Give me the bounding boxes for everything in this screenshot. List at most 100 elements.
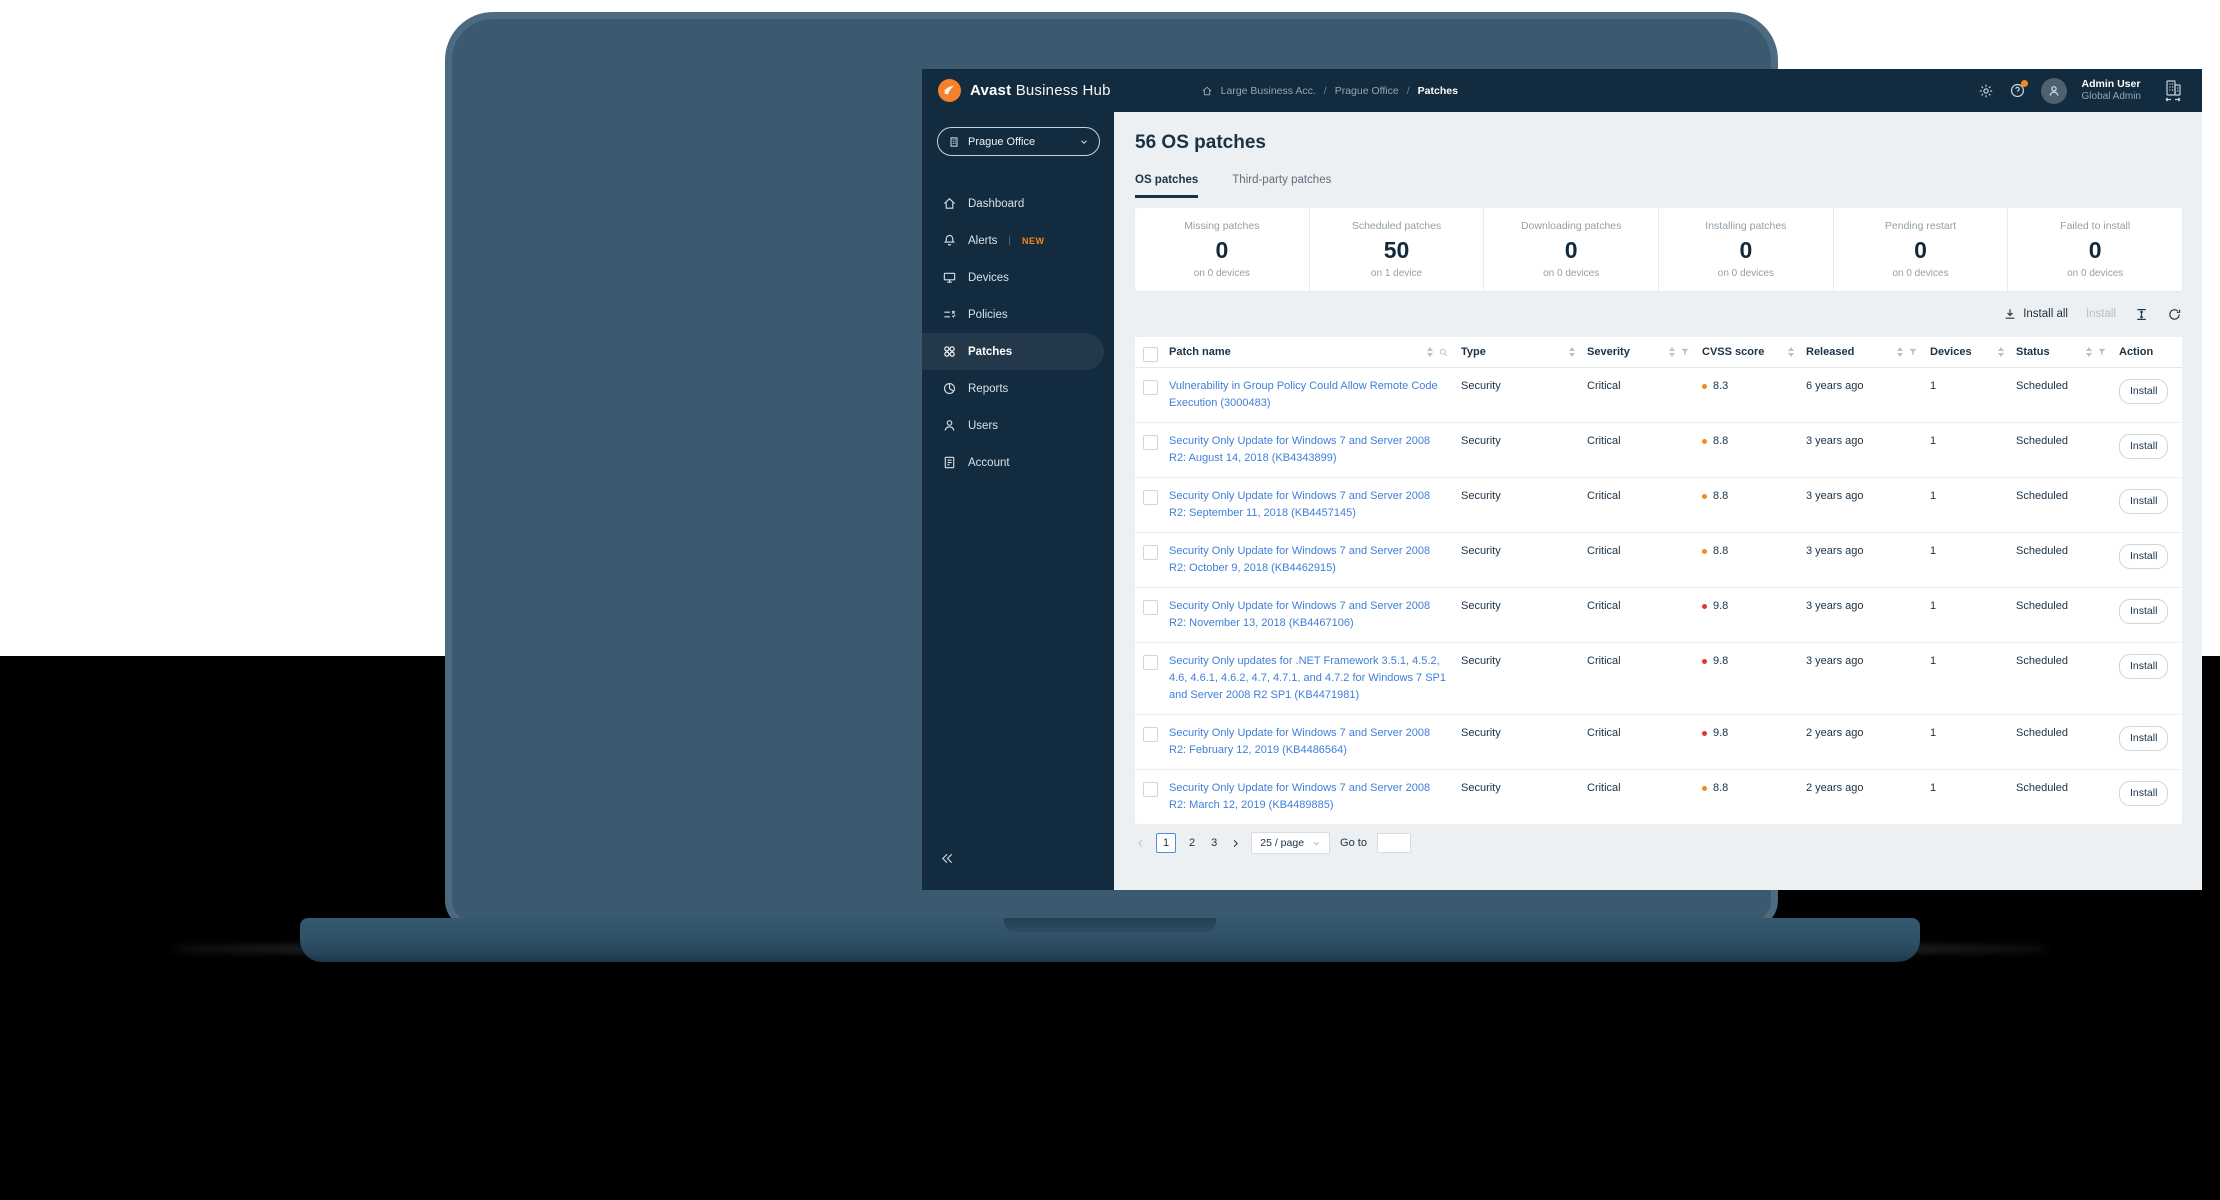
avatar[interactable] bbox=[2040, 77, 2067, 104]
help-icon[interactable] bbox=[2009, 80, 2028, 99]
install-row-button[interactable]: Install bbox=[2119, 781, 2169, 806]
sidebar-item-alerts[interactable]: Alerts | NEW bbox=[922, 222, 1114, 259]
sort-icon[interactable] bbox=[1788, 347, 1794, 357]
sidebar-item-users[interactable]: Users bbox=[922, 407, 1114, 444]
row-checkbox[interactable] bbox=[1143, 655, 1158, 670]
install-row-button[interactable]: Install bbox=[2119, 489, 2169, 514]
install-row-button[interactable]: Install bbox=[2119, 379, 2169, 404]
building-icon bbox=[950, 136, 958, 147]
patch-name-link[interactable]: Security Only Update for Windows 7 and S… bbox=[1169, 435, 1430, 464]
sidebar-item-label: Alerts bbox=[968, 234, 998, 247]
stat-value: 0 bbox=[2088, 237, 2102, 263]
row-checkbox[interactable] bbox=[1143, 490, 1158, 505]
org-selector[interactable]: Prague Office bbox=[937, 127, 1100, 156]
sidebar-item-dashboard[interactable]: Dashboard bbox=[922, 185, 1114, 222]
stat-value: 0 bbox=[1914, 237, 1927, 263]
breadcrumb-item[interactable]: Prague Office bbox=[1335, 85, 1399, 97]
sort-icon[interactable] bbox=[1427, 347, 1433, 357]
cell-devices: 1 bbox=[1930, 782, 1937, 794]
install-all-button[interactable]: Install all bbox=[2003, 307, 2068, 321]
cell-type: Security bbox=[1461, 600, 1501, 612]
document-icon bbox=[944, 456, 955, 469]
breadcrumb-item[interactable]: Large Business Acc. bbox=[1221, 85, 1316, 97]
goto-page-input[interactable] bbox=[1376, 833, 1411, 853]
column-header-type[interactable]: Type bbox=[1461, 346, 1486, 358]
column-header-devices[interactable]: Devices bbox=[1930, 346, 1972, 358]
refresh-icon[interactable] bbox=[2167, 307, 2182, 322]
tab-os-patches[interactable]: OS patches bbox=[1135, 174, 1199, 198]
prev-page-icon[interactable] bbox=[1135, 838, 1146, 849]
stat-pending-restart: Pending restart 0 on 0 devices bbox=[1832, 208, 2008, 291]
search-icon[interactable] bbox=[1438, 347, 1449, 358]
install-row-button[interactable]: Install bbox=[2119, 544, 2169, 569]
sidebar-item-account[interactable]: Account bbox=[922, 444, 1114, 481]
sort-icon[interactable] bbox=[2086, 347, 2092, 357]
page-button-2[interactable]: 2 bbox=[1186, 837, 1198, 849]
install-button[interactable]: Install bbox=[2086, 308, 2116, 320]
row-checkbox[interactable] bbox=[1143, 380, 1158, 395]
install-row-button[interactable]: Install bbox=[2119, 599, 2169, 624]
user-block[interactable]: Admin User Global Admin bbox=[2082, 78, 2141, 104]
stat-sub: on 0 devices bbox=[1892, 268, 1949, 279]
row-checkbox[interactable] bbox=[1143, 727, 1158, 742]
filter-icon[interactable] bbox=[2097, 347, 2107, 357]
app-window: Avast Business Hub Large Business Acc. /… bbox=[922, 69, 2202, 890]
next-page-icon[interactable] bbox=[1230, 838, 1241, 849]
sidebar-item-devices[interactable]: Devices bbox=[922, 259, 1114, 296]
patch-name-link[interactable]: Security Only Update for Windows 7 and S… bbox=[1169, 727, 1430, 756]
sidebar-item-patches[interactable]: Patches bbox=[922, 333, 1104, 370]
stat-sub: on 0 devices bbox=[1717, 268, 1774, 279]
install-row-button[interactable]: Install bbox=[2119, 434, 2169, 459]
collapse-sidebar-icon[interactable] bbox=[940, 851, 955, 866]
sidebar-item-reports[interactable]: Reports bbox=[922, 370, 1114, 407]
sort-icon[interactable] bbox=[1669, 347, 1675, 357]
row-checkbox[interactable] bbox=[1143, 545, 1158, 560]
cell-type: Security bbox=[1461, 727, 1501, 739]
column-header-patch-name[interactable]: Patch name bbox=[1169, 346, 1231, 358]
cvss-dot bbox=[1702, 659, 1707, 664]
cvss-value: 8.8 bbox=[1713, 490, 1729, 502]
install-row-button[interactable]: Install bbox=[2119, 654, 2169, 679]
cell-type: Security bbox=[1461, 545, 1501, 557]
cell-devices: 1 bbox=[1930, 600, 1937, 612]
tab-third-party-patches[interactable]: Third-party patches bbox=[1232, 174, 1331, 198]
sort-icon[interactable] bbox=[1998, 347, 2004, 357]
pagination: 1 2 3 25 / page Go to bbox=[1135, 832, 2182, 864]
page-button-1[interactable]: 1 bbox=[1156, 833, 1176, 853]
column-height-icon[interactable] bbox=[2134, 307, 2149, 322]
cell-severity: Critical bbox=[1587, 727, 1621, 739]
column-header-severity[interactable]: Severity bbox=[1587, 346, 1630, 358]
row-checkbox[interactable] bbox=[1143, 435, 1158, 450]
table-body: Vulnerability in Group Policy Could Allo… bbox=[1135, 368, 2182, 824]
cvss-value: 8.8 bbox=[1713, 782, 1729, 794]
select-all-checkbox[interactable] bbox=[1143, 347, 1158, 362]
filter-icon[interactable] bbox=[1680, 347, 1690, 357]
cvss-dot bbox=[1702, 384, 1707, 389]
sort-icon[interactable] bbox=[1569, 347, 1575, 357]
column-header-cvss[interactable]: CVSS score bbox=[1702, 346, 1764, 358]
install-row-button[interactable]: Install bbox=[2119, 726, 2169, 751]
home-icon[interactable] bbox=[1201, 85, 1213, 97]
sidebar-item-policies[interactable]: Policies bbox=[922, 296, 1114, 333]
cell-type: Security bbox=[1461, 782, 1501, 794]
row-checkbox[interactable] bbox=[1143, 600, 1158, 615]
sidebar-item-label: Users bbox=[968, 419, 999, 432]
gear-icon[interactable] bbox=[1978, 83, 1994, 99]
bell-icon bbox=[943, 234, 956, 246]
cvss-dot bbox=[1702, 494, 1707, 499]
patch-name-link[interactable]: Security Only Update for Windows 7 and S… bbox=[1169, 782, 1430, 811]
page-button-3[interactable]: 3 bbox=[1208, 837, 1220, 849]
filter-icon[interactable] bbox=[1908, 347, 1918, 357]
row-checkbox[interactable] bbox=[1143, 782, 1158, 797]
patch-name-link[interactable]: Security Only Update for Windows 7 and S… bbox=[1169, 490, 1430, 519]
sidebar-item-label: Dashboard bbox=[968, 197, 1025, 210]
patch-name-link[interactable]: Security Only Update for Windows 7 and S… bbox=[1169, 600, 1430, 629]
patch-name-link[interactable]: Security Only updates for .NET Framework… bbox=[1169, 655, 1446, 701]
page-size-select[interactable]: 25 / page bbox=[1251, 832, 1331, 854]
column-header-released[interactable]: Released bbox=[1806, 346, 1854, 358]
column-header-status[interactable]: Status bbox=[2016, 346, 2050, 358]
patch-name-link[interactable]: Security Only Update for Windows 7 and S… bbox=[1169, 545, 1430, 574]
company-switcher-icon[interactable] bbox=[2162, 79, 2184, 103]
sort-icon[interactable] bbox=[1897, 347, 1903, 357]
patch-name-link[interactable]: Vulnerability in Group Policy Could Allo… bbox=[1169, 380, 1438, 409]
